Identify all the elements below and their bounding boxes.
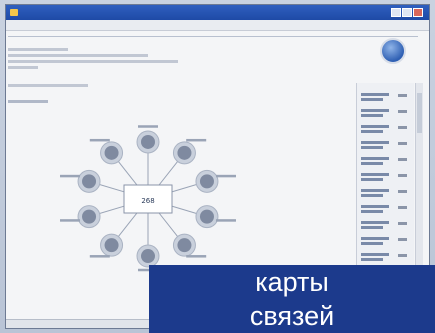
diagram-node-core <box>104 238 119 253</box>
diagram-node-core <box>177 145 192 160</box>
caption-line-1: карты <box>255 267 329 297</box>
diagram-node-core <box>82 209 97 224</box>
center-node-value: 268 <box>141 197 154 205</box>
caption-line-2: связей <box>249 301 335 331</box>
diagram-node-core <box>199 209 214 224</box>
diagram-node-label <box>215 174 236 178</box>
diagram-node-label <box>89 255 110 258</box>
diagram-node-label <box>186 138 207 142</box>
diagram-node-label <box>215 219 236 222</box>
diagram-node-label <box>89 138 110 142</box>
diagram-node-core <box>199 174 214 189</box>
diagram-node-core <box>141 249 155 264</box>
diagram-node-core <box>141 134 155 149</box>
diagram-node-label <box>60 219 81 222</box>
caption-text: карты связей <box>149 265 435 333</box>
diagram-node-core <box>82 174 97 189</box>
diagram-node-label <box>60 174 81 178</box>
diagram-node-core <box>177 238 192 253</box>
diagram-node-core <box>104 145 119 160</box>
diagram-node-label <box>138 125 158 128</box>
diagram-node-label <box>186 255 207 258</box>
